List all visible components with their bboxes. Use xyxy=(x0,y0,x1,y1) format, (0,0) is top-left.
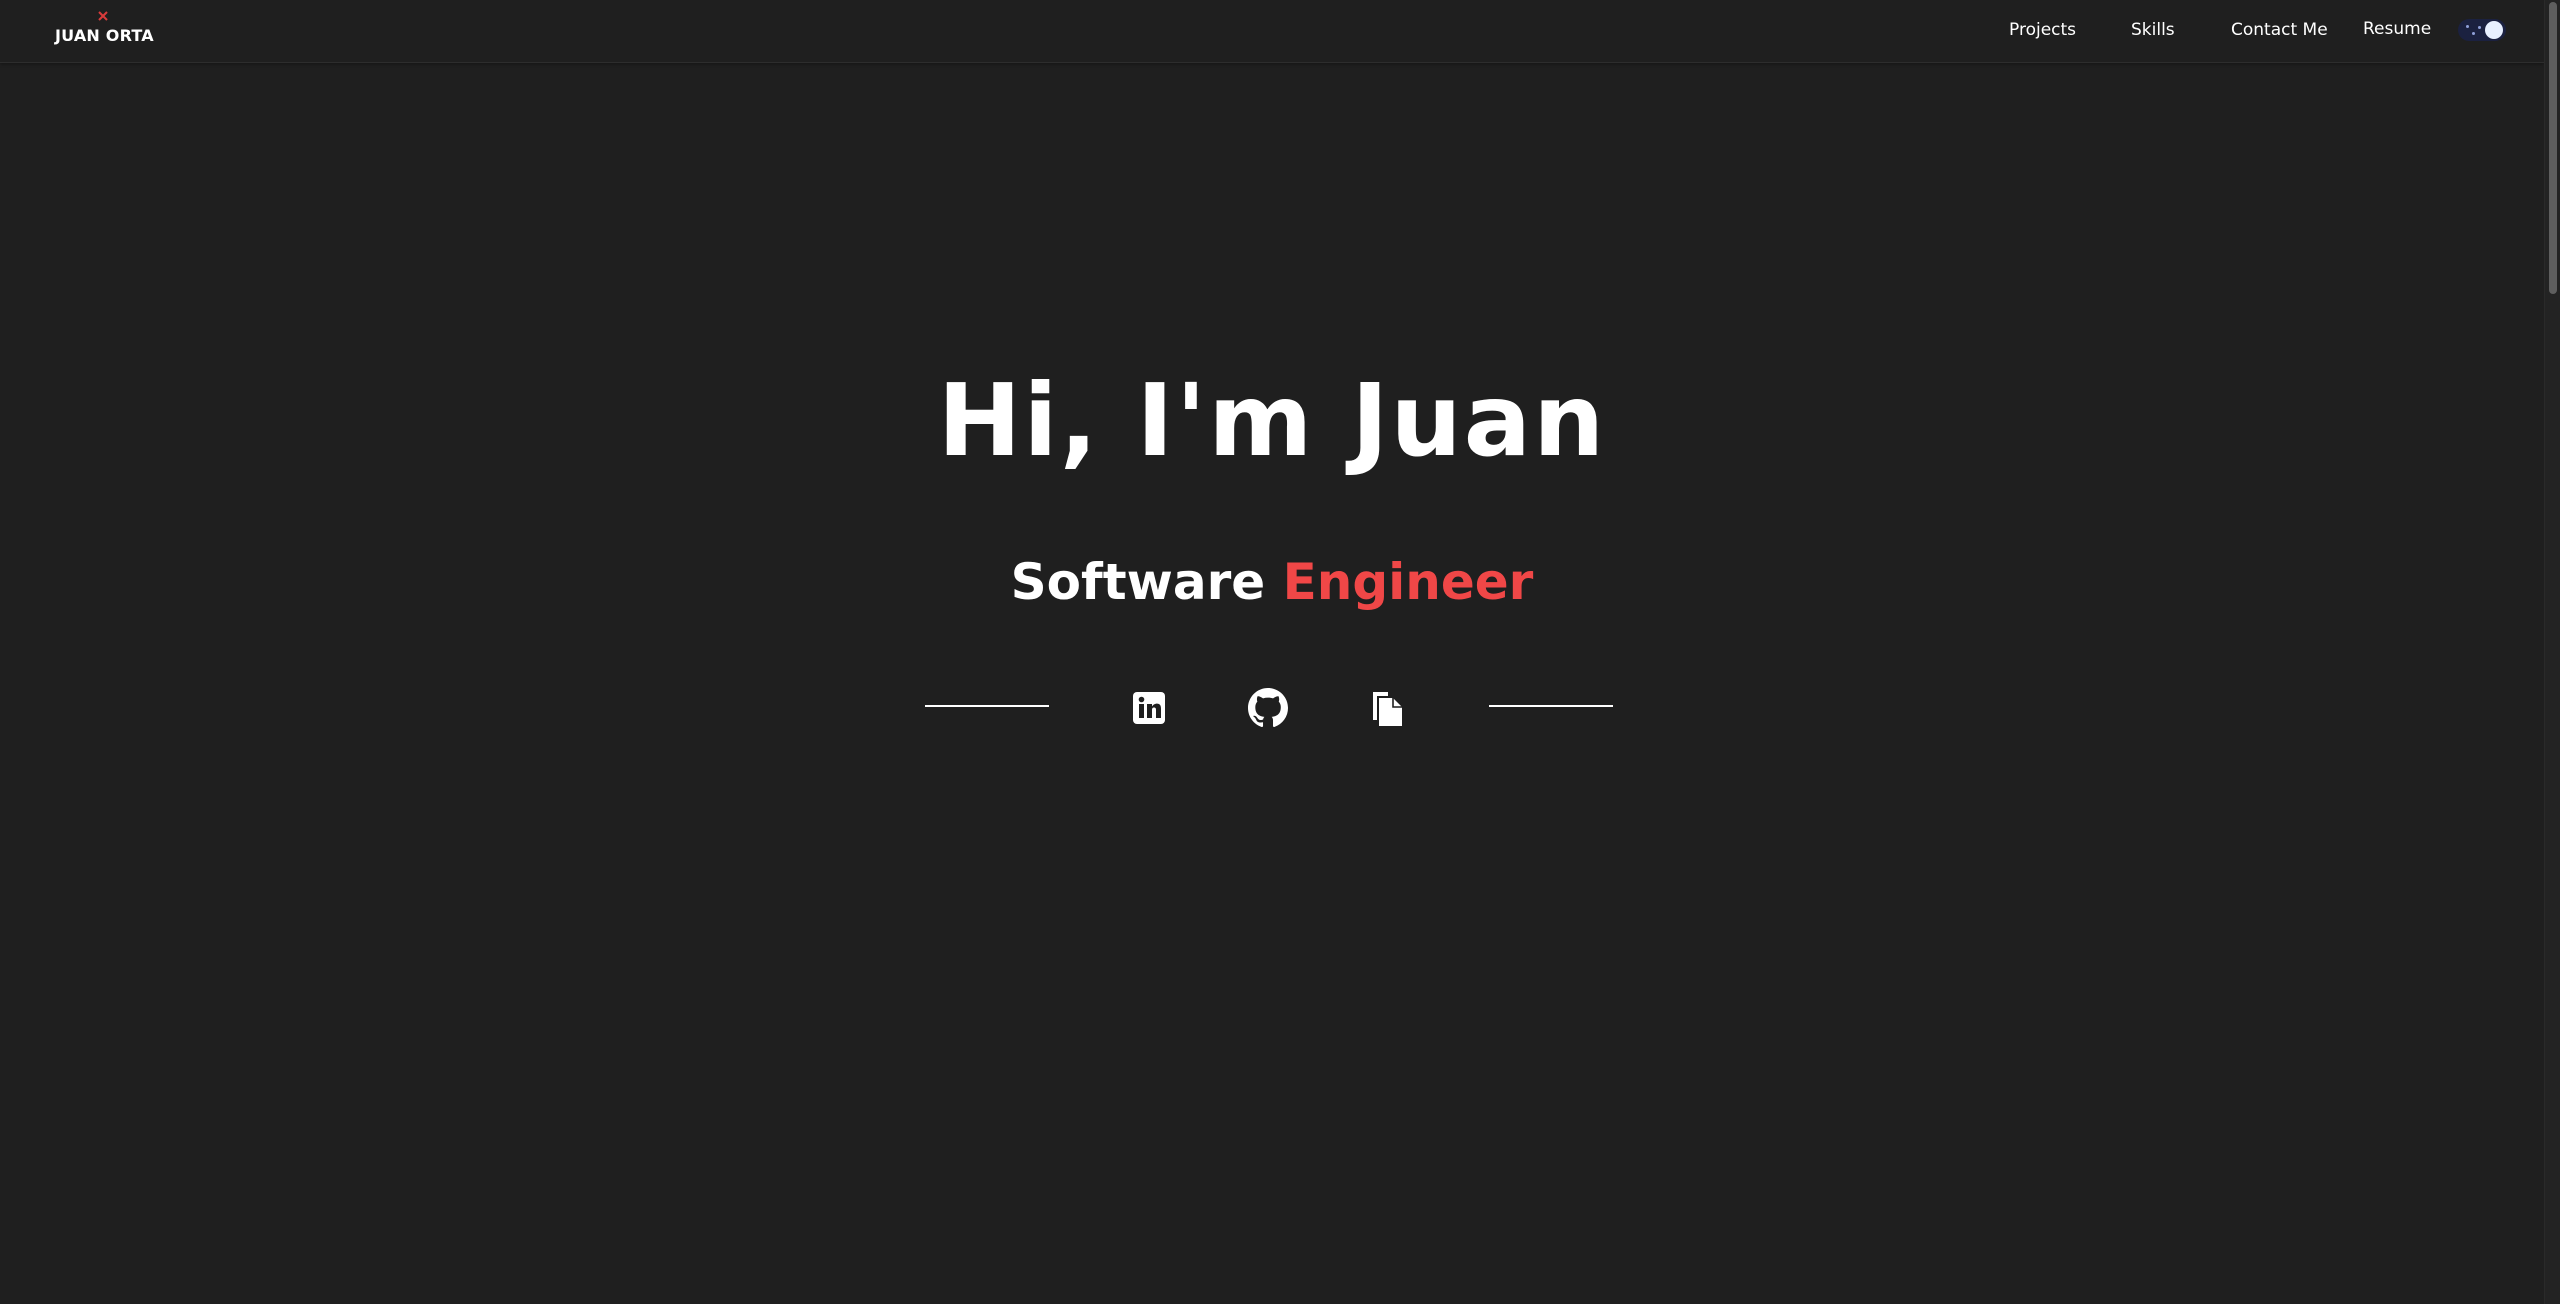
top-navbar: JUAN ORTA Projects Skills Contact Me Res… xyxy=(0,0,2544,63)
document-icon xyxy=(1373,692,1402,726)
github-link[interactable] xyxy=(1248,688,1288,728)
subtitle-accent: Engineer xyxy=(1282,553,1534,611)
toggle-star-icon xyxy=(2478,26,2481,29)
nav-link-resume[interactable]: Resume xyxy=(2363,19,2431,39)
scrollbar-thumb[interactable] xyxy=(2549,2,2557,294)
resume-link[interactable] xyxy=(1368,688,1408,728)
github-icon xyxy=(1248,688,1288,728)
theme-toggle[interactable] xyxy=(2458,19,2506,41)
nav-link-projects[interactable]: Projects xyxy=(2009,20,2076,40)
linkedin-icon xyxy=(1133,692,1165,724)
page: JUAN ORTA Projects Skills Contact Me Res… xyxy=(0,0,2560,1304)
subtitle-main: Software xyxy=(1010,553,1283,611)
nav-link-skills[interactable]: Skills xyxy=(2131,20,2175,40)
nav-links: Projects Skills Contact Me Resume xyxy=(0,0,2544,62)
toggle-star-icon xyxy=(2472,32,2475,35)
toggle-star-icon xyxy=(2466,25,2469,28)
nav-link-contact-me[interactable]: Contact Me xyxy=(2231,20,2328,40)
divider-right xyxy=(1489,705,1613,707)
linkedin-link[interactable] xyxy=(1129,688,1169,728)
scrollbar[interactable] xyxy=(2544,0,2560,1304)
toggle-knob xyxy=(2485,21,2503,39)
divider-left xyxy=(925,705,1049,707)
hero-subtitle: Software Engineer xyxy=(0,553,2544,611)
hero-greeting: Hi, I'm Juan xyxy=(937,362,1607,479)
